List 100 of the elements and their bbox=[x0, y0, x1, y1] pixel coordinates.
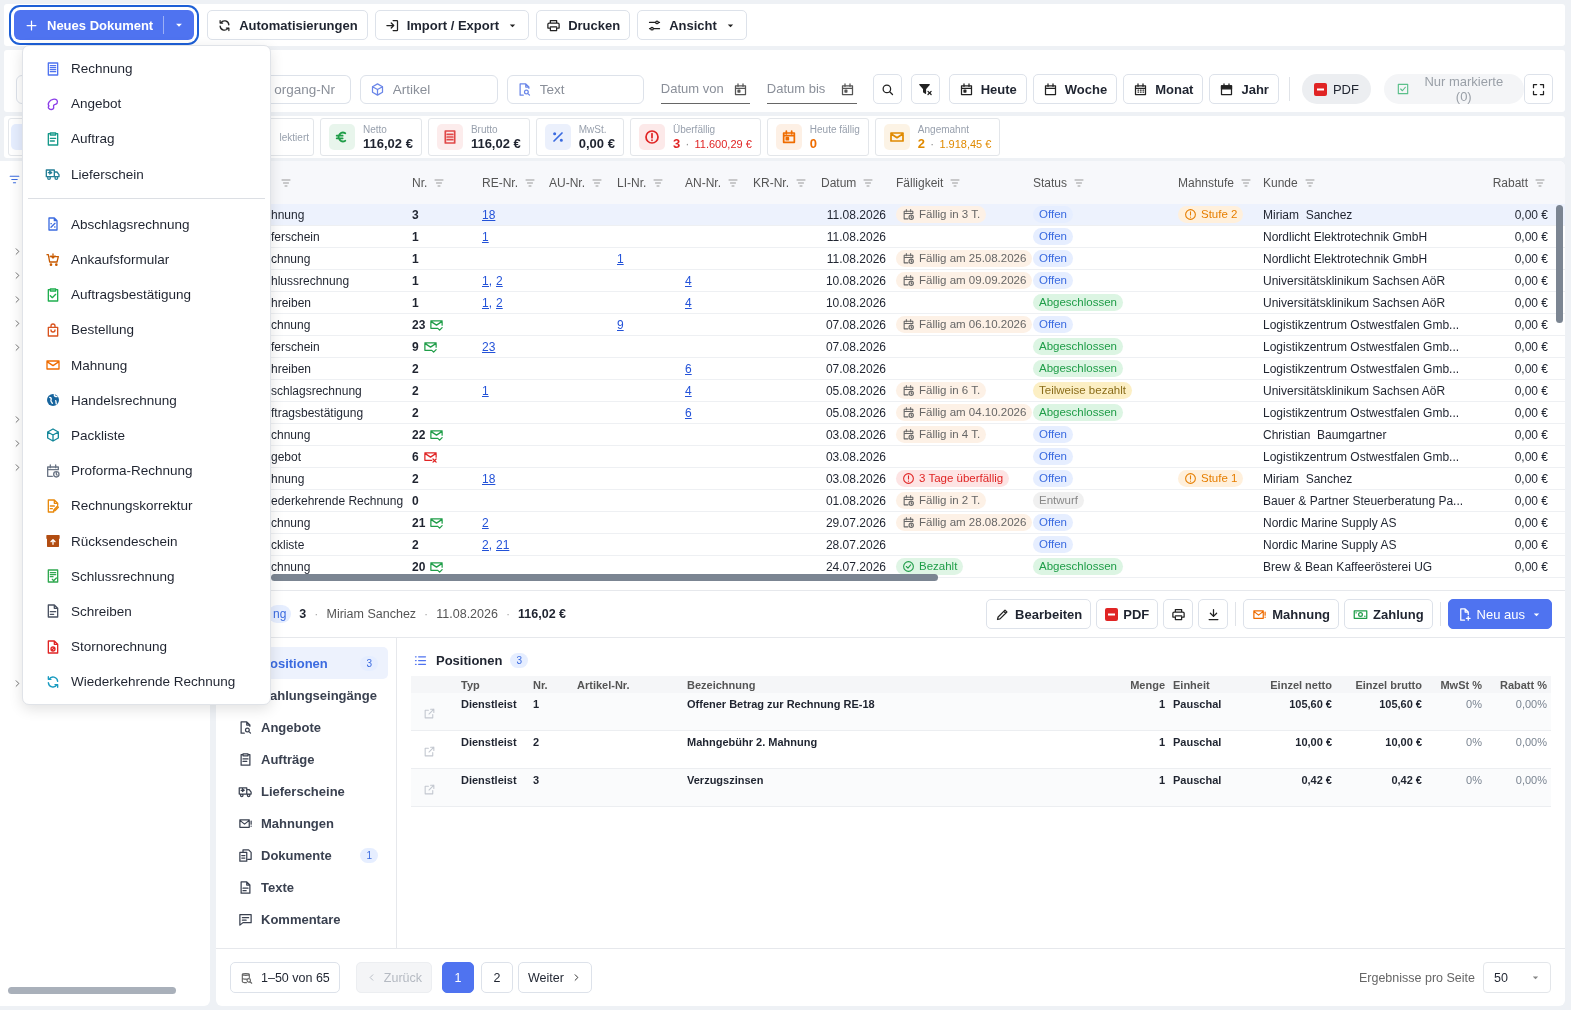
document-link[interactable]: 6 bbox=[685, 405, 692, 420]
filter-icon[interactable] bbox=[795, 176, 807, 189]
menu-item[interactable]: Schreiben bbox=[23, 593, 270, 629]
edit-button[interactable]: Bearbeiten bbox=[986, 599, 1092, 629]
status-badge: Offen bbox=[1033, 426, 1073, 443]
payment-button[interactable]: Zahlung bbox=[1344, 599, 1433, 629]
document-link[interactable]: 4 bbox=[685, 273, 692, 288]
section-tab[interactable]: Aufträge bbox=[224, 743, 388, 775]
table-cell-text: 0,00 € bbox=[1513, 559, 1549, 574]
pdf-button[interactable]: PDF bbox=[1301, 74, 1371, 104]
pdf-button[interactable]: PDF bbox=[1096, 599, 1159, 629]
section-tab[interactable]: Dokumente 1 bbox=[224, 839, 388, 871]
search-button[interactable] bbox=[872, 74, 903, 104]
table-cell-text: Logistikzentrum Ostwestfalen Gmb... bbox=[1262, 339, 1461, 354]
toolbar-button[interactable]: Drucken bbox=[536, 10, 631, 40]
column-header[interactable]: AU-Nr. bbox=[549, 175, 585, 190]
dunning-button[interactable]: Mahnung bbox=[1243, 599, 1340, 629]
column-header[interactable]: Rabatt bbox=[1492, 175, 1528, 190]
filter-icon[interactable] bbox=[524, 176, 536, 189]
envelope-x-icon bbox=[422, 449, 438, 464]
document-link[interactable]: 1 bbox=[482, 229, 489, 244]
icon-tile bbox=[11, 124, 23, 150]
download-button[interactable] bbox=[1198, 599, 1229, 629]
table-cell: Dienstleist bbox=[461, 774, 517, 786]
calendar-clock-icon bbox=[902, 384, 915, 397]
document-link[interactable]: 23 bbox=[482, 339, 496, 354]
column-header[interactable]: Nr. bbox=[412, 175, 428, 190]
document-link[interactable]: 9 bbox=[617, 317, 624, 332]
period-button[interactable]: Heute bbox=[948, 74, 1027, 104]
new-button[interactable]: Neu aus bbox=[1447, 599, 1552, 629]
document-link[interactable]: 1, bbox=[482, 295, 492, 310]
document-link[interactable]: 21 bbox=[496, 537, 510, 552]
document-link[interactable]: 18 bbox=[482, 207, 496, 222]
document-link[interactable]: 1 bbox=[617, 251, 624, 266]
document-link[interactable]: 4 bbox=[685, 383, 692, 398]
scrollbar[interactable] bbox=[271, 574, 938, 581]
scrollbar[interactable] bbox=[1556, 205, 1563, 323]
document-link[interactable]: 2 bbox=[496, 273, 503, 288]
period-button[interactable]: Jahr bbox=[1209, 74, 1279, 104]
section-tab[interactable]: Kommentare bbox=[224, 903, 388, 935]
page-button[interactable]: 1 bbox=[442, 962, 474, 993]
next-button[interactable]: Weiter bbox=[518, 962, 592, 993]
filter-icon[interactable] bbox=[1303, 176, 1316, 189]
print-button[interactable] bbox=[1163, 599, 1194, 629]
external-link-icon[interactable] bbox=[423, 745, 436, 758]
column-header[interactable]: Fälligkeit bbox=[896, 175, 944, 190]
section-tab[interactable]: Texte bbox=[224, 871, 388, 903]
filter-icon[interactable] bbox=[280, 176, 292, 189]
document-link[interactable]: 6 bbox=[685, 361, 692, 376]
filter-icon[interactable] bbox=[1073, 176, 1086, 189]
menu-item[interactable]: Auftrag bbox=[23, 121, 270, 157]
filter-icon[interactable] bbox=[949, 176, 962, 189]
menu-item[interactable]: Lieferschein bbox=[23, 156, 270, 192]
separator: · bbox=[505, 607, 511, 621]
results-range-button[interactable]: 1–50 von 65 bbox=[230, 962, 340, 993]
document-link[interactable]: 18 bbox=[482, 471, 496, 486]
document-link[interactable]: 1, bbox=[482, 273, 492, 288]
period-button[interactable]: Woche bbox=[1032, 74, 1118, 104]
filter-input[interactable]: Artikel bbox=[359, 74, 498, 104]
column-header[interactable]: AN-Nr. bbox=[685, 175, 721, 190]
per-page-select[interactable]: 50 bbox=[1483, 962, 1551, 993]
filter-icon[interactable] bbox=[1534, 176, 1546, 189]
section-tab[interactable]: Lieferscheine bbox=[224, 775, 388, 807]
table-cell-text: chnung bbox=[270, 515, 312, 530]
column-header: Bezeichnung bbox=[686, 678, 757, 691]
new-document-button[interactable]: Neues Dokument bbox=[14, 10, 164, 40]
scrollbar[interactable] bbox=[8, 987, 176, 994]
table-cell-text: chnung bbox=[270, 251, 312, 266]
document-link[interactable]: 2 bbox=[482, 515, 489, 530]
document-link[interactable]: 1 bbox=[482, 383, 489, 398]
column-header[interactable]: KR-Nr. bbox=[753, 175, 789, 190]
external-link-icon[interactable] bbox=[423, 783, 436, 796]
toolbar-button[interactable]: Automatisierungen bbox=[207, 10, 368, 40]
column-header[interactable]: LI-Nr. bbox=[617, 175, 647, 190]
filter-icon[interactable] bbox=[1240, 176, 1253, 189]
filter-icon[interactable] bbox=[433, 176, 446, 189]
page-button[interactable]: 2 bbox=[481, 962, 513, 993]
section-tab[interactable]: Angebote bbox=[224, 711, 388, 743]
filter-icon[interactable] bbox=[862, 176, 875, 189]
table-cell-text: 0,00 € bbox=[1513, 295, 1549, 310]
column-header[interactable]: Kunde bbox=[1263, 175, 1298, 190]
filter-icon[interactable] bbox=[591, 176, 603, 189]
column-header[interactable]: Datum bbox=[821, 175, 857, 190]
toolbar-button[interactable]: Ansicht bbox=[637, 10, 747, 40]
document-link[interactable]: 4 bbox=[685, 295, 692, 310]
column-header[interactable]: Mahnstufe bbox=[1178, 175, 1235, 190]
external-link-icon[interactable] bbox=[423, 707, 436, 720]
filter-input[interactable]: Text bbox=[506, 74, 644, 104]
fullscreen-button[interactable] bbox=[1523, 74, 1553, 104]
filter-icon[interactable] bbox=[652, 176, 665, 189]
column-header[interactable]: Status bbox=[1033, 175, 1068, 190]
document-link[interactable]: 2 bbox=[496, 295, 503, 310]
filter-icon[interactable] bbox=[727, 176, 739, 189]
period-button[interactable]: Monat bbox=[1123, 74, 1204, 104]
envelope-check-icon bbox=[429, 317, 445, 332]
section-tab[interactable]: Mahnungen bbox=[224, 807, 388, 839]
column-header[interactable]: RE-Nr. bbox=[482, 175, 518, 190]
document-link[interactable]: 2, bbox=[482, 537, 492, 552]
clear-filter-button[interactable] bbox=[911, 74, 940, 104]
toolbar-button[interactable]: Import / Export bbox=[374, 10, 530, 40]
